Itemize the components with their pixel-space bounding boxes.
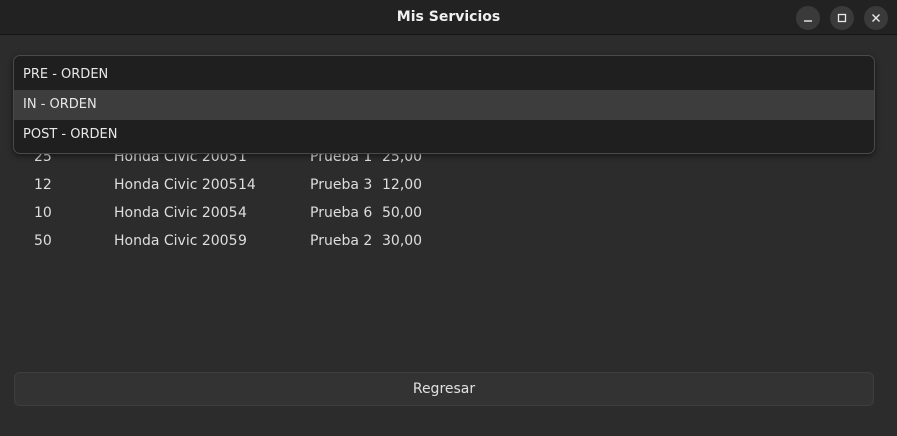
dropdown-item-in-orden[interactable]: IN - ORDEN [14, 90, 874, 120]
close-button[interactable] [864, 6, 888, 30]
order-type-dropdown[interactable]: PRE - ORDEN IN - ORDEN POST - ORDEN [13, 55, 875, 154]
table-cell: Honda Civic 2005 [114, 233, 238, 249]
maximize-icon [837, 13, 847, 23]
window-title: Mis Servicios [396, 9, 501, 25]
close-icon [871, 13, 881, 23]
dropdown-item-post-orden[interactable]: POST - ORDEN [14, 120, 874, 150]
back-button[interactable]: Regresar [14, 372, 874, 406]
title-bar: Mis Servicios [0, 0, 897, 35]
table-cell: Prueba 3 [310, 177, 373, 193]
table-cell: 50,00 [382, 205, 423, 221]
dropdown-item-pre-orden[interactable]: PRE - ORDEN [14, 60, 874, 90]
minimize-button[interactable] [796, 6, 820, 30]
table-row[interactable]: 50 Honda Civic 2005 9 Prueba 2 30,00 [0, 227, 897, 255]
table-cell: 30,00 [382, 233, 423, 249]
table-cell: 12,00 [382, 177, 423, 193]
table-cell: 9 [238, 233, 247, 249]
maximize-button[interactable] [830, 6, 854, 30]
table-row[interactable]: 10 Honda Civic 2005 4 Prueba 6 50,00 [0, 199, 897, 227]
table-cell: 4 [238, 205, 247, 221]
table-row[interactable]: 12 Honda Civic 2005 14 Prueba 3 12,00 [0, 171, 897, 199]
table-cell: 14 [238, 177, 256, 193]
table-cell: 12 [34, 177, 52, 193]
table-cell: Honda Civic 2005 [114, 177, 238, 193]
table-cell: 50 [34, 233, 52, 249]
table-cell: Honda Civic 2005 [114, 205, 238, 221]
table-cell: Prueba 6 [310, 205, 373, 221]
table-cell: 10 [34, 205, 52, 221]
table-cell: Prueba 2 [310, 233, 373, 249]
minimize-icon [803, 13, 813, 23]
